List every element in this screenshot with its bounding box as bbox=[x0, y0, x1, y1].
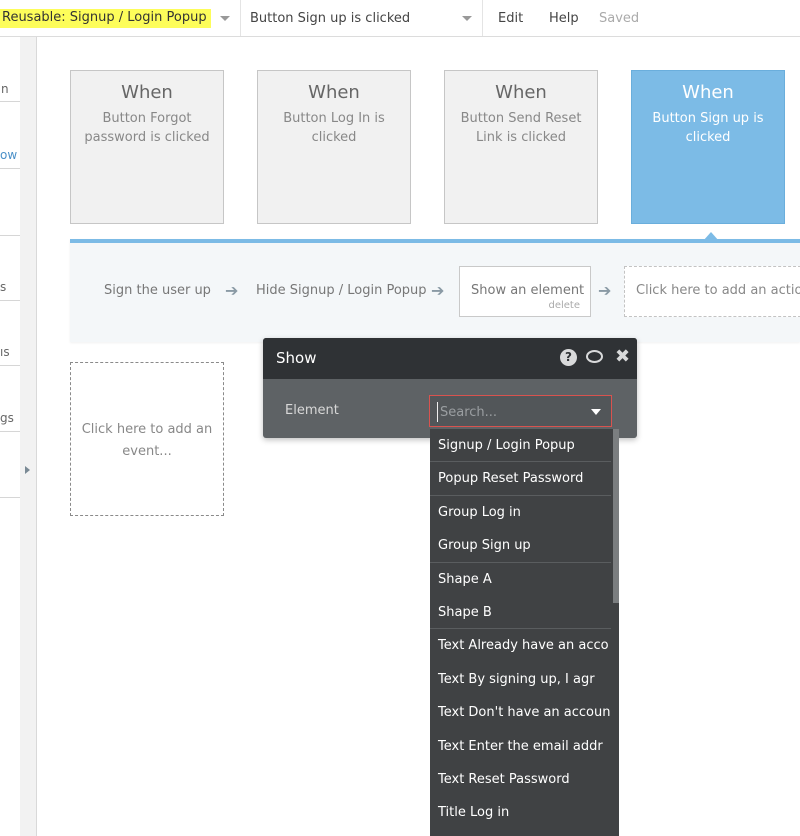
event-card-sign-up[interactable]: When Button Sign up is clicked bbox=[631, 70, 785, 224]
page-selector[interactable]: Reusable: Signup / Login Popup bbox=[0, 0, 220, 36]
sidebar-collapse-strip[interactable] bbox=[20, 37, 37, 836]
edit-menu[interactable]: Edit bbox=[498, 0, 523, 36]
sidebar-item-4[interactable]: ıs bbox=[0, 345, 10, 359]
add-event-label: Click here to add an event... bbox=[81, 422, 213, 459]
popup-title: Show bbox=[276, 349, 317, 367]
event-selector-caret-icon[interactable] bbox=[462, 0, 472, 36]
option-text-dont-have[interactable]: Text Don't have an accoun bbox=[430, 696, 611, 729]
option-group-sign-up[interactable]: Group Sign up bbox=[430, 529, 611, 563]
comment-icon[interactable] bbox=[586, 350, 603, 363]
show-action-popup: Show ? ✖ Element bbox=[263, 338, 637, 438]
sidebar-item-1[interactable]: n bbox=[1, 82, 9, 96]
option-text-by-signing-up[interactable]: Text By signing up, I agr bbox=[430, 663, 611, 696]
arrow-right-icon: ➔ bbox=[431, 281, 445, 300]
element-search-input[interactable] bbox=[437, 402, 582, 422]
event-selector[interactable]: Button Sign up is clicked bbox=[250, 0, 450, 36]
add-event-button[interactable]: Click here to add an event... bbox=[70, 362, 224, 516]
element-field-label: Element bbox=[285, 403, 339, 418]
sidebar-item-5[interactable]: gs bbox=[0, 411, 14, 425]
page-selector-label: Reusable: Signup / Login Popup bbox=[0, 8, 211, 28]
sidebar-item-2[interactable]: ow bbox=[0, 148, 17, 162]
event-description: Button Forgot password is clicked bbox=[84, 111, 210, 145]
option-shape-b[interactable]: Shape B bbox=[430, 596, 611, 630]
option-text-already-have[interactable]: Text Already have an acco bbox=[430, 629, 611, 662]
event-card-send-reset[interactable]: When Button Send Reset Link is clicked bbox=[444, 70, 598, 224]
action-step-show-element[interactable]: Show an element delete bbox=[459, 266, 591, 317]
actions-panel: Sign the user up ➔ Hide Signup / Login P… bbox=[70, 239, 800, 342]
arrow-right-icon: ➔ bbox=[225, 281, 239, 300]
option-signup-login-popup[interactable]: Signup / Login Popup bbox=[430, 429, 611, 463]
help-icon[interactable]: ? bbox=[560, 349, 577, 366]
event-description: Button Send Reset Link is clicked bbox=[460, 111, 582, 145]
close-icon[interactable]: ✖ bbox=[615, 346, 630, 367]
option-shape-a[interactable]: Shape A bbox=[430, 563, 611, 596]
add-action-label: Click here to add an action... bbox=[636, 283, 800, 298]
option-text-enter-email[interactable]: Text Enter the email addr bbox=[430, 730, 611, 763]
save-status: Saved bbox=[599, 10, 640, 26]
event-card-forgot-password[interactable]: When Button Forgot password is clicked bbox=[70, 70, 224, 224]
expand-arrow-icon[interactable] bbox=[25, 466, 30, 474]
delete-action-link[interactable]: delete bbox=[548, 300, 580, 311]
element-dropdown[interactable] bbox=[429, 395, 612, 427]
event-selector-label: Button Sign up is clicked bbox=[250, 10, 411, 26]
option-text-reset-password[interactable]: Text Reset Password bbox=[430, 763, 611, 796]
add-action-button[interactable]: Click here to add an action... bbox=[624, 266, 800, 317]
element-options-list: Signup / Login Popup Popup Reset Passwor… bbox=[430, 429, 619, 836]
event-when-label: When bbox=[495, 82, 547, 103]
option-popup-reset-password[interactable]: Popup Reset Password bbox=[430, 462, 611, 496]
action-step-label: Show an element bbox=[471, 283, 585, 298]
option-title-log-in[interactable]: Title Log in bbox=[430, 796, 611, 829]
sidebar-item-3[interactable]: s bbox=[0, 280, 6, 294]
action-step-sign-up[interactable]: Sign the user up bbox=[104, 283, 211, 298]
event-when-label: When bbox=[308, 82, 360, 103]
event-when-label: When bbox=[682, 82, 734, 103]
event-description: Button Log In is clicked bbox=[283, 111, 385, 145]
event-description: Button Sign up is clicked bbox=[652, 111, 764, 145]
top-bar: Reusable: Signup / Login Popup Button Si… bbox=[0, 0, 800, 37]
event-card-log-in[interactable]: When Button Log In is clicked bbox=[257, 70, 411, 224]
dropdown-caret-icon[interactable] bbox=[591, 409, 601, 415]
popup-header: Show ? ✖ bbox=[263, 338, 637, 379]
left-sidebar: n ow s ıs gs bbox=[0, 37, 20, 836]
page-selector-caret-icon[interactable] bbox=[220, 0, 230, 36]
option-group-log-in[interactable]: Group Log in bbox=[430, 496, 611, 529]
action-step-hide-popup[interactable]: Hide Signup / Login Popup bbox=[256, 283, 427, 298]
help-menu[interactable]: Help bbox=[549, 0, 579, 36]
dropdown-scrollbar[interactable] bbox=[613, 429, 619, 603]
arrow-right-icon: ➔ bbox=[598, 281, 612, 300]
event-when-label: When bbox=[121, 82, 173, 103]
